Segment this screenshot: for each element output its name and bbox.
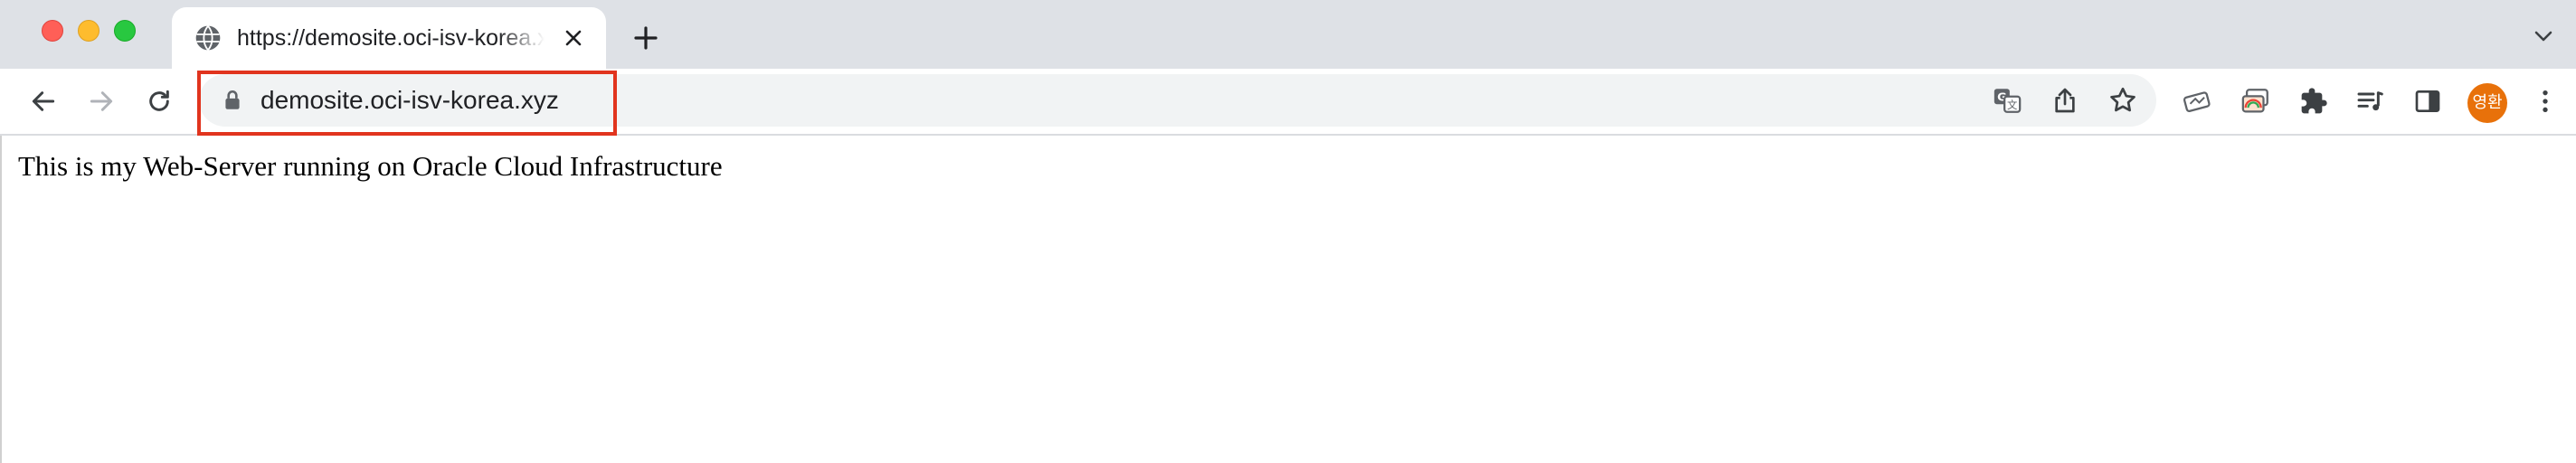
active-tab[interactable]: https://demosite.oci-isv-korea.xyz/ [172, 7, 606, 69]
new-tab-button[interactable] [630, 22, 662, 54]
window-close-button[interactable] [42, 20, 63, 42]
more-menu-icon[interactable] [2527, 83, 2563, 119]
window-minimize-button[interactable] [78, 20, 99, 42]
profile-avatar[interactable]: 영환 [2467, 83, 2507, 123]
side-panel-icon[interactable] [2410, 83, 2446, 119]
globe-icon [194, 24, 223, 52]
page-content: This is my Web-Server running on Oracle … [0, 136, 2576, 463]
tab-title: https://demosite.oci-isv-korea.xyz/ [237, 25, 545, 51]
tab-search-chevron-down-icon[interactable] [2529, 22, 2558, 51]
window-zoom-button[interactable] [114, 20, 136, 42]
reading-list-icon[interactable] [2352, 83, 2388, 119]
url-highlight-box [197, 71, 617, 136]
page-body-text: This is my Web-Server running on Oracle … [18, 150, 723, 182]
forward-arrow-icon[interactable] [83, 83, 119, 119]
tab-close-icon[interactable] [559, 24, 588, 52]
extension-a-icon[interactable] [2180, 83, 2216, 119]
window-edge [0, 136, 2, 463]
share-icon[interactable] [2048, 83, 2082, 118]
svg-text:文: 文 [2007, 99, 2017, 111]
tab-strip: https://demosite.oci-isv-korea.xyz/ [0, 0, 2576, 69]
puzzle-extensions-icon[interactable] [2296, 83, 2332, 119]
bookmark-star-icon[interactable] [2106, 83, 2140, 118]
translate-icon[interactable]: G文 [1990, 83, 2024, 118]
extension-b-icon[interactable] [2238, 83, 2274, 119]
reload-icon[interactable] [141, 83, 177, 119]
back-arrow-icon[interactable] [25, 83, 62, 119]
